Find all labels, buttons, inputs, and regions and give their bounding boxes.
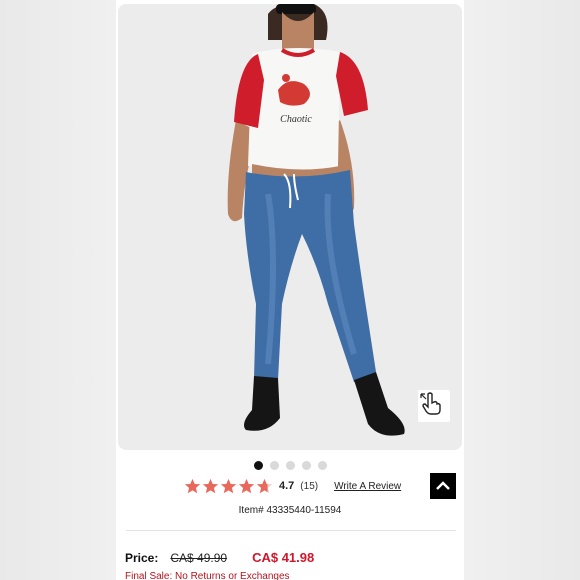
pagination-dot[interactable] [253,461,263,470]
chevron-up-icon [436,481,450,490]
final-sale-note: Final Sale: No Returns or Exchanges [125,571,290,580]
item-number: Item# 43335440-11594 [238,505,342,516]
pagination-dot[interactable] [269,461,279,470]
blurred-background-left [0,0,116,580]
star-icon [184,478,201,493]
rating-row: 4.7 (15) Write A Review [184,476,401,496]
product-image[interactable]: Chaotic [118,4,462,450]
sale-price: CA$ 41.98 [252,550,315,565]
blurred-background-right [464,0,580,580]
shirt-graphic-text: Chaotic [280,114,312,125]
back-to-top-button[interactable] [430,473,456,499]
star-icon [220,478,237,493]
divider [126,530,456,531]
star-icon [202,478,219,493]
pagination-dot[interactable] [301,461,311,470]
price-row: Price: CA$ 49.90 CA$ 41.98 [125,550,314,565]
pagination-dot[interactable] [285,461,295,470]
model-illustration: Chaotic [227,4,405,436]
rating-value: 4.7 [279,480,295,492]
price-label: Price: [125,551,159,565]
star-icon [238,478,255,493]
product-panel: Chaotic 4.7 (15) Write A Review Item# 43… [116,0,464,580]
original-price: CA$ 49.90 [170,551,228,565]
write-review-link[interactable]: Write A Review [334,481,401,492]
pagination-dot[interactable] [317,461,327,470]
zoom-button[interactable] [418,390,450,422]
hand-pointer-icon [420,392,441,415]
image-pagination [116,461,464,470]
star-rating [184,478,273,495]
review-count[interactable]: (15) [300,481,318,492]
star-icon [256,478,273,493]
